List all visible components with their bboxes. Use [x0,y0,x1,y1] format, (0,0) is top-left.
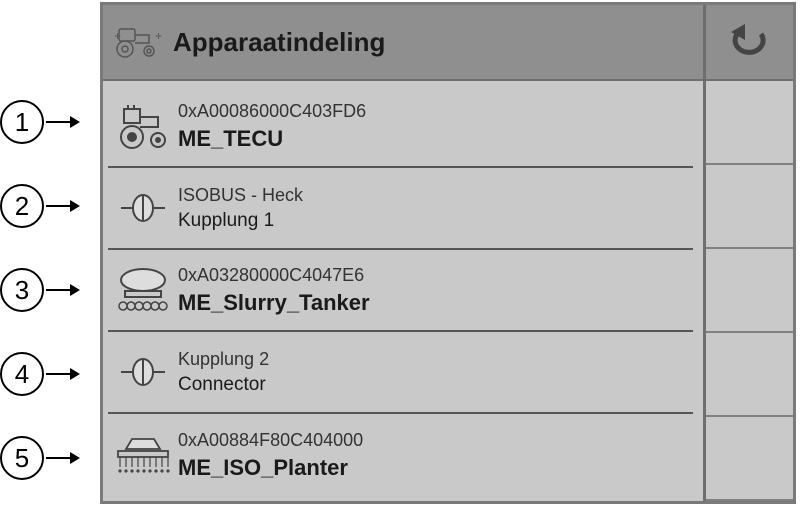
callout-number: 2 [0,184,44,228]
callout-number: 1 [0,100,44,144]
side-button-column [703,81,793,501]
list-item-text: Kupplung 2 Connector [178,349,693,396]
callout-2: 2 [0,184,78,228]
arrow-icon [46,457,78,459]
panel-body: 0xA00086000C403FD6 ME_TECU [103,81,793,501]
connector-name: Kupplung 1 [178,210,693,232]
device-id: 0xA00884F80C404000 [178,430,693,451]
callout-number: 4 [0,352,44,396]
callout-1: 1 [0,100,78,144]
tanker-icon [108,254,178,326]
list-item-text: 0xA00086000C403FD6 ME_TECU [178,101,693,152]
side-button[interactable] [706,249,793,333]
svg-text:+: + [155,29,162,43]
callout-number: 5 [0,436,44,480]
device-name: ME_ISO_Planter [178,455,693,481]
list-item[interactable]: 0xA00086000C403FD6 ME_TECU [108,86,693,168]
device-name: ME_Slurry_Tanker [178,290,693,316]
connector-name: Connector [178,374,693,396]
arrow-icon [46,289,78,291]
side-button[interactable] [706,81,793,165]
device-id: 0xA00086000C403FD6 [178,101,693,122]
callout-5: 5 [0,436,78,480]
arrow-icon [46,205,78,207]
panel-header: + + Apparaatindeling [103,5,793,81]
list-item-text: ISOBUS - Heck Kupplung 1 [178,185,693,232]
coupling-icon [108,336,178,408]
back-button[interactable] [703,5,793,79]
callout-4: 4 [0,352,78,396]
list-item[interactable]: ISOBUS - Heck Kupplung 1 [108,168,693,250]
device-id: 0xA03280000C4047E6 [178,265,693,286]
callout-3: 3 [0,268,78,312]
list-item[interactable]: Kupplung 2 Connector [108,332,693,414]
list-item[interactable]: 0xA00884F80C404000 ME_ISO_Planter [108,414,693,496]
callout-number: 3 [0,268,44,312]
connector-label: Kupplung 2 [178,349,693,370]
device-list: 0xA00086000C403FD6 ME_TECU [103,81,703,501]
side-button[interactable] [706,417,793,501]
arrow-icon [46,373,78,375]
tractor-icon [108,90,178,162]
connector-label: ISOBUS - Heck [178,185,693,206]
side-button[interactable] [706,165,793,249]
page-title: Apparaatindeling [173,27,385,58]
list-item-text: 0xA03280000C4047E6 ME_Slurry_Tanker [178,265,693,316]
svg-text:+: + [114,29,121,43]
device-panel: + + Apparaatindeling [100,2,796,504]
planter-icon [108,418,178,492]
callout-column: 1 2 3 4 5 [0,0,100,508]
arrow-icon [46,121,78,123]
header-tractor-icon: + + [103,25,173,59]
back-icon [725,22,775,62]
coupling-icon [108,172,178,244]
list-item-text: 0xA00884F80C404000 ME_ISO_Planter [178,430,693,481]
list-item[interactable]: 0xA03280000C4047E6 ME_Slurry_Tanker [108,250,693,332]
side-button[interactable] [706,333,793,417]
device-name: ME_TECU [178,126,693,152]
